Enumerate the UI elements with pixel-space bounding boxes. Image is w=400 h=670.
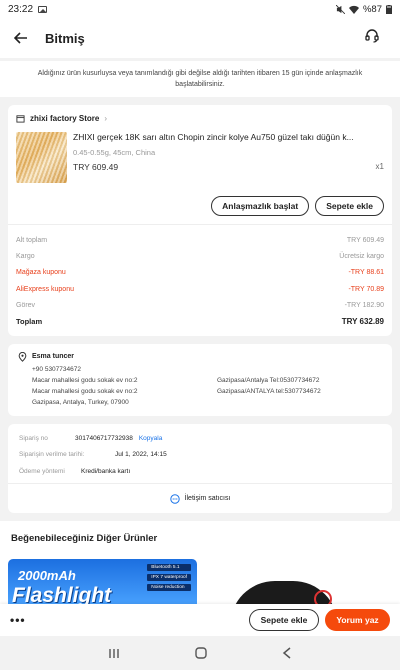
price-summary: Alt toplam TRY 609.49 Kargo Ücretsiz kar… — [8, 224, 392, 336]
address-line2: Macar mahallesi godu sokak ev no:2 — [32, 387, 138, 395]
store-name: zhixi factory Store — [30, 113, 100, 123]
product-name: ZHIXI gerçek 18K sarı altın Chopin zinci… — [73, 132, 354, 142]
product-spec: 0.45-0.55g, 45cm, China — [73, 148, 156, 157]
product-row[interactable]: ZHIXI gerçek 18K sarı altın Chopin zinci… — [16, 132, 384, 183]
subtotal-label: Alt toplam — [16, 236, 48, 244]
shipping-label: Kargo — [16, 252, 35, 260]
aliexpress-coupon-row: AliExpress kuponu -TRY 70.89 — [16, 281, 384, 297]
header: Bitmiş — [0, 18, 400, 58]
store-coupon-label: Mağaza kuponu — [16, 269, 66, 277]
recommendations-title: Beğenebileceğiniz Diğer Ürünler — [11, 533, 158, 545]
page-title: Bitmiş — [45, 30, 85, 46]
recent-apps-icon[interactable] — [108, 648, 120, 659]
recipient-phone: +90 5307734672 — [32, 365, 81, 373]
headset-support-icon[interactable] — [364, 28, 380, 44]
address-line3: Gazipasa, Antalya, Turkey, 07900 — [32, 398, 129, 406]
order-date-label: Siparişin verilme tarihi: — [19, 451, 85, 459]
location-pin-icon — [18, 351, 27, 362]
product-thumbnail[interactable] — [16, 132, 67, 183]
store-coupon-value: -TRY 88.61 — [348, 269, 384, 277]
address-line1: Macar mahallesi godu sokak ev no:2 — [32, 376, 138, 384]
bottom-action-bar: ••• Sepete ekle Yorum yaz — [0, 604, 400, 636]
gallery-notification-icon — [38, 5, 48, 13]
store-coupon-row: Mağaza kuponu -TRY 88.61 — [16, 265, 384, 281]
dispute-button[interactable]: Anlaşmazlık başlat — [211, 196, 310, 216]
battery-icon — [386, 4, 392, 14]
status-time: 23:22 — [8, 3, 34, 15]
contact-seller-label: İletişim satıcısı — [184, 495, 231, 503]
product-qty: x1 — [375, 162, 384, 171]
store-card: zhixi factory Store › ZHIXI gerçek 18K s… — [8, 105, 392, 224]
wifi-icon — [348, 5, 359, 14]
status-bar: 23:22 %87 — [0, 0, 400, 18]
order-date-value: Jul 1, 2022, 14:15 — [115, 451, 167, 459]
write-review-button[interactable]: Yorum yaz — [325, 609, 390, 631]
payment-method-label: Ödeme yöntemi — [19, 467, 65, 475]
total-value: TRY 632.89 — [341, 317, 384, 327]
order-no-value: 3017406717732938 — [75, 434, 133, 442]
subtotal-value: TRY 609.49 — [346, 236, 384, 244]
shipping-value: Ücretsiz kargo — [339, 252, 384, 260]
chat-bubble-icon — [169, 494, 180, 504]
home-icon[interactable] — [195, 647, 207, 659]
shipping-row: Kargo Ücretsiz kargo — [16, 248, 384, 264]
mute-icon — [335, 4, 345, 14]
address-card: Esma tuncer +90 5307734672 Macar mahalle… — [8, 343, 392, 416]
more-options-icon[interactable]: ••• — [10, 613, 26, 627]
aliexpress-coupon-value: -TRY 70.89 — [348, 285, 384, 293]
task-label: Görev — [16, 301, 36, 309]
order-info-card: Sipariş no 3017406717732938 Kopyala Sipa… — [8, 423, 392, 514]
total-label: Toplam — [16, 317, 43, 327]
subtotal-row: Alt toplam TRY 609.49 — [16, 232, 384, 248]
task-value: -TRY 182.90 — [344, 301, 384, 309]
copy-order-no-link[interactable]: Kopyala — [139, 435, 163, 442]
rec-tag: IPX 7 waterproof — [147, 574, 191, 582]
aliexpress-coupon-label: AliExpress kuponu — [16, 285, 74, 293]
back-arrow-icon[interactable] — [14, 32, 28, 44]
add-to-cart-button[interactable]: Sepete ekle — [315, 196, 384, 216]
product-price: TRY 609.49 — [73, 162, 119, 172]
chevron-right-icon: › — [104, 113, 108, 123]
order-no-label: Sipariş no — [19, 434, 48, 442]
task-row: Görev -TRY 182.90 — [16, 297, 384, 313]
total-row: Toplam TRY 632.89 — [16, 313, 384, 329]
battery-level: %87 — [362, 3, 382, 15]
store-link[interactable]: zhixi factory Store › — [16, 111, 384, 125]
rec-tag: Noise reduction — [147, 584, 191, 592]
contact-seller-button[interactable]: İletişim satıcısı — [8, 483, 392, 513]
address-line1-right: Gazipasa/Antalya Tel:05307734672 — [217, 376, 320, 384]
bottom-add-to-cart-button[interactable]: Sepete ekle — [249, 609, 319, 631]
address-line2-right: Gazipasa/ANTALYA tel:5307734672 — [217, 387, 321, 395]
store-icon — [16, 114, 25, 123]
payment-method-value: Kredi/banka kartı — [81, 467, 131, 475]
rec-capacity-text: 2000mAh — [18, 568, 76, 584]
rec-tag: Bluetooth 5.1 — [147, 564, 191, 572]
system-back-icon[interactable] — [282, 647, 292, 659]
system-nav-bar — [0, 636, 400, 670]
recipient-name: Esma tuncer — [32, 353, 75, 361]
dispute-notice: Aldığınız ürün kusurluysa veya tanımland… — [0, 61, 400, 97]
